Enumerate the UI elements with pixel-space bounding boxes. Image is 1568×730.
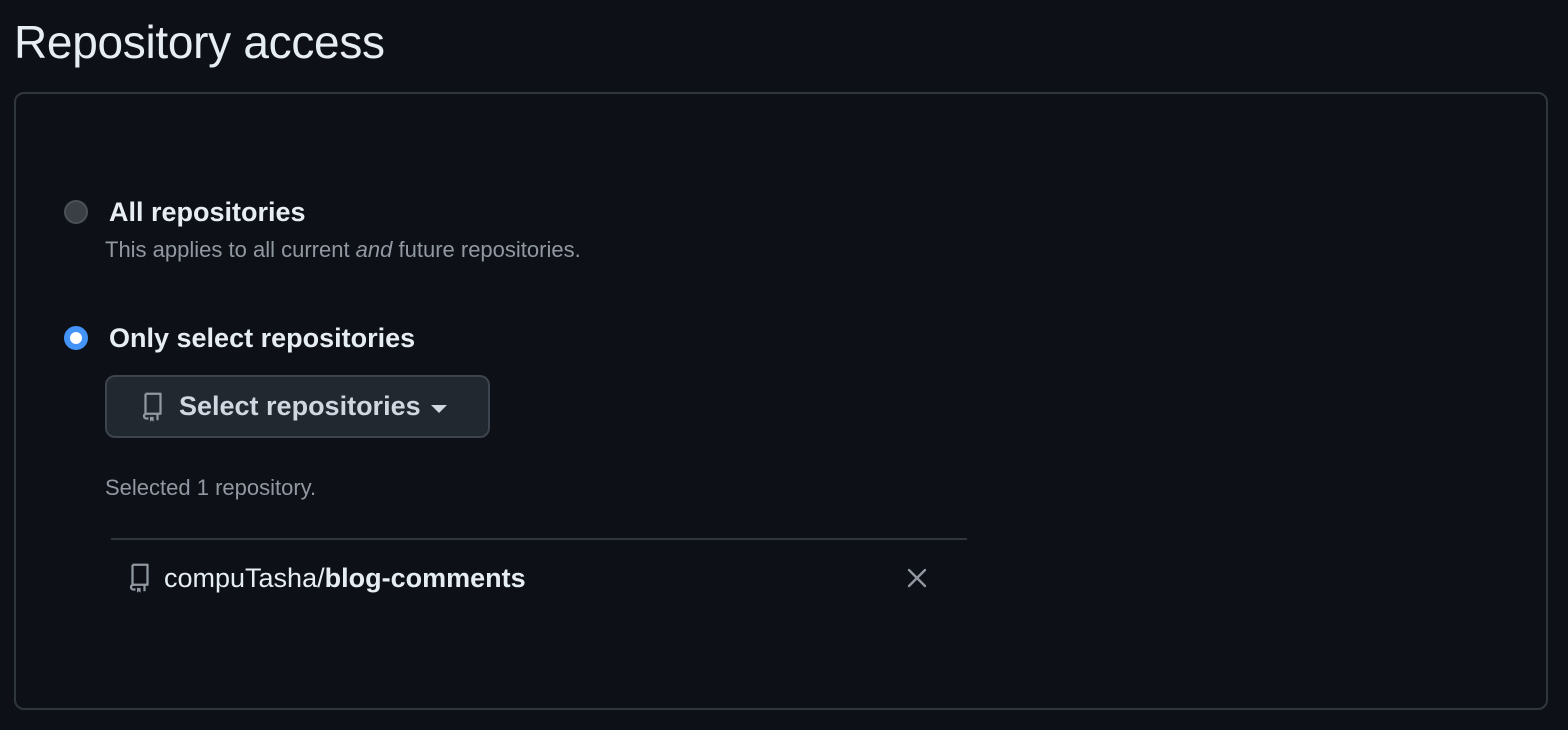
- only-select-repositories-radio[interactable]: [64, 326, 88, 350]
- close-icon[interactable]: [906, 567, 928, 589]
- caret-down-icon: [430, 404, 447, 413]
- selected-count-text: Selected 1 repository.: [105, 475, 317, 500]
- all-repositories-description: This applies to all current and future r…: [105, 237, 581, 262]
- select-repositories-button[interactable]: Select repositories: [105, 375, 490, 438]
- repository-name: compuTasha/blog-comments: [164, 562, 526, 593]
- list-item: compuTasha/blog-comments: [111, 540, 967, 616]
- only-select-repositories-label[interactable]: Only select repositories: [109, 322, 415, 354]
- all-repositories-radio[interactable]: [64, 200, 88, 224]
- selected-repositories-list: compuTasha/blog-comments: [111, 538, 967, 616]
- select-repositories-button-label: Select repositories: [179, 391, 421, 421]
- page-title: Repository access: [14, 16, 385, 68]
- repository-access-panel: All repositories This applies to all cur…: [14, 92, 1548, 710]
- repo-icon: [142, 392, 162, 422]
- repo-icon: [129, 563, 149, 593]
- all-repositories-label[interactable]: All repositories: [109, 196, 306, 228]
